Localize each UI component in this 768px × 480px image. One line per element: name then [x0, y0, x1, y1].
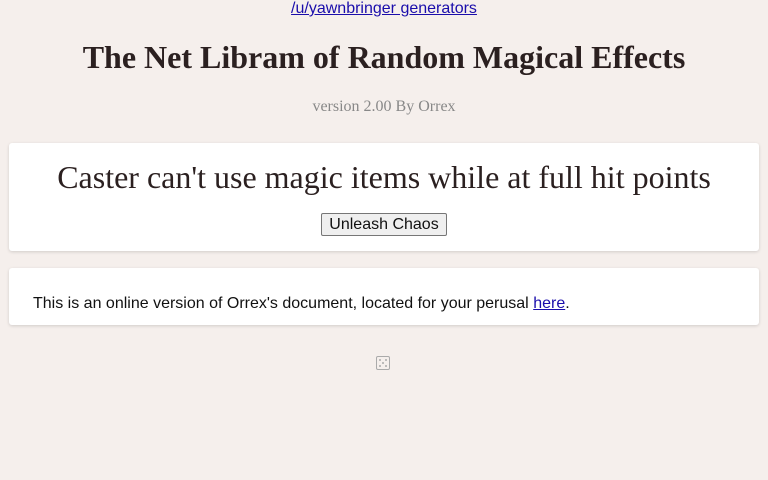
page-title: The Net Libram of Random Magical Effects [82, 39, 686, 75]
unleash-chaos-button[interactable]: Unleash Chaos [321, 213, 447, 236]
info-card: This is an online version of Orrex's doc… [9, 268, 759, 325]
effect-text: Caster can't use magic items while at fu… [57, 159, 711, 195]
info-paragraph: This is an online version of Orrex's doc… [33, 294, 570, 314]
generators-link[interactable]: /u/yawnbringer generators [291, 0, 477, 17]
info-text: This is an online version of Orrex's doc… [33, 295, 534, 312]
info-suffix: . [565, 295, 570, 312]
version-text: version 2.00 By Orrex [312, 98, 456, 115]
generators-link-container: /u/yawnbringer generators [0, 0, 768, 19]
here-link[interactable]: here [533, 295, 565, 312]
effect-card: Caster can't use magic items while at fu… [9, 143, 759, 251]
dice-icon [376, 356, 390, 370]
